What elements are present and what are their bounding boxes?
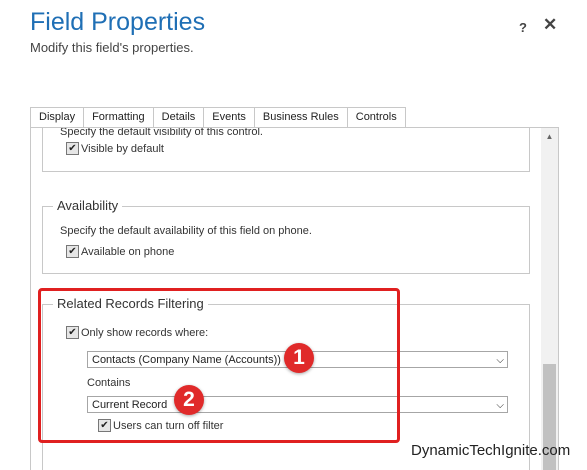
tab-details[interactable]: Details [152,107,205,127]
vertical-scrollbar[interactable]: ▲ [541,128,558,470]
scroll-up-arrow-icon[interactable]: ▲ [541,128,558,145]
step-marker-1: 1 [284,343,314,373]
tab-business-rules[interactable]: Business Rules [253,107,348,127]
watermark: DynamicTechIgnite.com [411,442,571,459]
available-on-phone-label: Available on phone [81,245,175,258]
tab-display[interactable]: Display [30,107,85,128]
visibility-section: Specify the default visibility of this c… [42,127,530,172]
available-on-phone-checkbox[interactable]: ✔ [66,245,79,258]
chevron-down-icon: ⌵ [496,355,504,366]
visibility-description: Specify the default visibility of this c… [60,127,263,138]
chevron-down-icon: ⌵ [496,400,504,411]
tab-events[interactable]: Events [203,107,255,127]
visible-by-default-label: Visible by default [81,142,164,155]
highlight-box [38,288,400,443]
step-marker-2: 2 [174,385,204,415]
tab-controls[interactable]: Controls [346,107,406,127]
availability-legend: Availability [53,198,123,213]
dialog-subtitle: Modify this field's properties. [30,40,194,55]
help-icon[interactable]: ? [519,20,527,35]
availability-description: Specify the default availability of this… [60,225,312,237]
tab-formatting[interactable]: Formatting [83,107,154,127]
visible-by-default-row: ✔ Visible by default [66,142,164,155]
availability-section: Availability Specify the default availab… [42,198,530,274]
available-on-phone-row: ✔ Available on phone [66,245,174,258]
dialog-title: Field Properties [30,8,206,36]
tab-strip: Display Formatting Details Events Busine… [30,107,406,128]
close-icon[interactable]: ✕ [543,15,557,35]
visible-by-default-checkbox[interactable]: ✔ [66,142,79,155]
